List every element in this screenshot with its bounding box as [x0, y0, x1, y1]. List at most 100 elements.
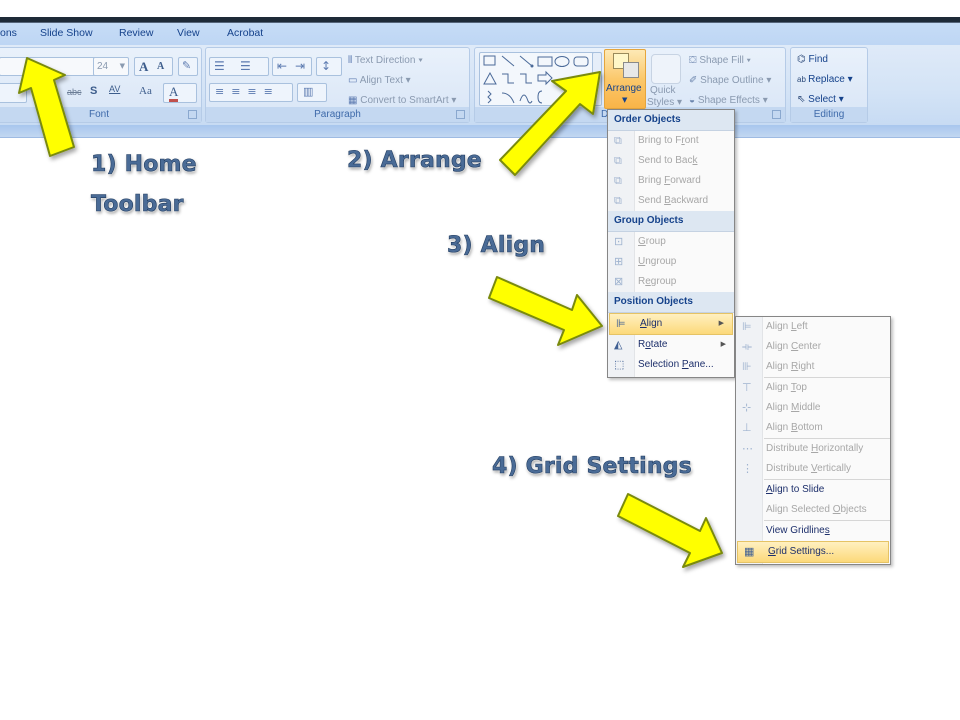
numbering-icon: ☰ [240, 59, 251, 73]
menu-item-align-center[interactable]: ⟛ Align Center [736, 337, 890, 357]
alignment-buttons[interactable]: ≡≡≡≡ [209, 83, 293, 102]
quick-styles-button[interactable]: Quick [650, 85, 676, 96]
character-spacing-button[interactable]: AV [109, 84, 120, 94]
columns-button[interactable]: ▥ [297, 83, 327, 102]
bring-to-front-icon: ⧉ [614, 135, 622, 147]
menu-item-selection-pane[interactable]: ⬚ Selection Pane... [608, 355, 734, 375]
shapes-gallery-scroll[interactable] [592, 52, 602, 106]
menu-item-align-top[interactable]: ⊤ Align Top [736, 378, 890, 398]
menu-item-label: Send Backward [638, 195, 709, 206]
list-buttons[interactable]: ☰ ☰ [209, 57, 269, 76]
font-color-button[interactable]: A [163, 83, 197, 103]
align-middle-icon: ⊹ [742, 402, 752, 414]
annotation-step4: 4) Grid Settings [492, 454, 692, 480]
shapes-gallery[interactable] [479, 52, 601, 106]
align-bottom-icon: ⊥ [742, 422, 752, 434]
menu-item-distribute-vertically[interactable]: ⋮ Distribute Vertically [736, 459, 890, 479]
menu-item-regroup[interactable]: ⊠ Regroup [608, 272, 734, 292]
editing-group: ⌬ Find ab Replace ▾ ⇖ Select ▾ Editing [790, 47, 868, 123]
menu-item-align-selected-objects[interactable]: Align Selected Objects [736, 500, 890, 520]
regroup-icon: ⊠ [614, 276, 624, 288]
shape-effects-icon: ◒ [689, 95, 698, 106]
arrange-menu: Order Objects ⧉ Bring to Front ⧉ Send to Bac… [607, 109, 735, 378]
shape-outline-button[interactable]: ✐ Shape Outline ▾ [689, 75, 771, 86]
menu-item-bring-forward[interactable]: ⧉ Bring Forward [608, 171, 734, 191]
menu-item-distribute-horizontally[interactable]: ⋯ Distribute Horizontally [736, 439, 890, 459]
drawing-dialog-launcher[interactable] [772, 110, 781, 119]
menu-item-send-to-back[interactable]: ⧉ Send to Back [608, 151, 734, 171]
align-icon: ⊫ [616, 318, 626, 330]
text-direction-button[interactable]: ⫴ Text Direction ▾ [348, 55, 423, 66]
align-submenu: ⊫ Align Left ⟛ Align Center ⊪ Align Right ⊤ Ali… [735, 316, 891, 565]
menu-item-bring-to-front[interactable]: ⧉ Bring to Front [608, 131, 734, 151]
tab-acrobat[interactable]: Acrobat [227, 27, 263, 39]
bullets-icon: ☰ [214, 59, 225, 73]
align-center-icon: ⟛ [742, 341, 752, 353]
shapes-icons [483, 55, 589, 104]
tab-animations[interactable]: ons [0, 27, 17, 39]
font-size-value: 24 [97, 61, 109, 72]
menu-item-label: Distribute Vertically [766, 463, 852, 474]
menu-item-align-bottom[interactable]: ⊥ Align Bottom [736, 418, 890, 438]
find-button[interactable]: ⌬ Find [797, 54, 828, 65]
chevron-down-icon: ▼ [622, 96, 628, 104]
menu-item-view-gridlines[interactable]: View Gridlines [736, 521, 890, 541]
align-right-icon: ⊪ [742, 361, 752, 373]
menu-item-label: Align [640, 318, 663, 329]
font-dialog-launcher[interactable] [188, 110, 197, 119]
menu-section-header: Position Objects [608, 292, 734, 313]
menu-item-label: Align Middle [766, 402, 821, 413]
paragraph-dialog-launcher[interactable] [456, 110, 465, 119]
shape-fill-button[interactable]: ⛋ Shape Fill ▾ [689, 55, 751, 66]
arrow-step3 [488, 276, 603, 346]
editing-group-label: Editing [791, 107, 867, 122]
annotation-step1-line2: Toolbar [91, 192, 184, 218]
quick-styles-button-2[interactable]: Styles ▾ [647, 97, 682, 108]
menu-item-align[interactable]: ⊫ Align ▶ [609, 313, 733, 335]
menu-item-align-to-slide[interactable]: Align to Slide [736, 480, 890, 500]
indent-buttons[interactable]: ⇤ ⇥ [272, 57, 312, 76]
replace-button[interactable]: ab Replace ▾ [797, 74, 853, 85]
arrow-step4 [617, 493, 723, 568]
convert-smartart-button[interactable]: ▦ Convert to SmartArt ▾ [348, 95, 456, 106]
tab-slide-show[interactable]: Slide Show [40, 27, 93, 39]
menu-item-label: Send to Back [638, 155, 698, 166]
line-spacing-button[interactable]: ↕ [316, 57, 342, 76]
menu-item-align-right[interactable]: ⊪ Align Right [736, 357, 890, 377]
clear-formatting-button[interactable]: ✎ [178, 57, 198, 76]
send-to-back-icon: ⧉ [614, 155, 622, 167]
menu-item-label: Align Right [766, 361, 815, 372]
menu-item-rotate[interactable]: ◭ Rotate ▶ [608, 335, 734, 355]
change-case-button[interactable]: Aa [139, 85, 152, 97]
strikethrough-button[interactable]: abc [67, 87, 82, 97]
paragraph-group: ☰ ☰ ⇤ ⇥ ↕ ≡≡≡≡ ▥ ⫴ Text Direction ▾ ▭ Al… [205, 47, 470, 123]
text-shadow-button[interactable]: S [90, 85, 97, 97]
font-size-combo[interactable]: 24 ▼ [93, 57, 129, 76]
increase-indent-icon: ⇥ [295, 59, 306, 73]
menu-item-send-backward[interactable]: ⧉ Send Backward [608, 191, 734, 211]
select-button[interactable]: ⇖ Select ▾ [797, 94, 844, 105]
menu-item-label: Distribute Horizontally [766, 443, 864, 454]
align-top-icon: ⊤ [742, 382, 752, 394]
menu-item-label: Group [638, 236, 666, 247]
menu-item-group[interactable]: ⊡ Group [608, 232, 734, 252]
quick-styles-icon [651, 54, 681, 84]
shrink-font-icon[interactable]: A [157, 61, 164, 72]
arrange-button[interactable]: Arrange ▼ [604, 49, 646, 109]
menu-item-align-middle[interactable]: ⊹ Align Middle [736, 398, 890, 418]
shape-effects-button[interactable]: ◒ Shape Effects ▾ [689, 95, 768, 106]
menu-item-label: Bring Forward [638, 175, 701, 186]
tab-view[interactable]: View [177, 27, 200, 39]
menu-item-align-left[interactable]: ⊫ Align Left [736, 317, 890, 337]
tab-review[interactable]: Review [119, 27, 153, 39]
annotation-step3: 3) Align [447, 233, 546, 259]
align-text-icon: ▭ [348, 75, 360, 86]
grow-font-icon[interactable]: A [139, 59, 148, 75]
font-color-icon: A [169, 85, 179, 102]
menu-item-grid-settings[interactable]: ▦ Grid Settings... [737, 541, 889, 563]
align-text-button[interactable]: ▭ Align Text ▾ [348, 75, 411, 86]
bring-forward-icon: ⧉ [614, 175, 622, 187]
menu-item-ungroup[interactable]: ⊞ Ungroup [608, 252, 734, 272]
decrease-indent-icon: ⇤ [277, 59, 288, 73]
bold-button[interactable] [0, 83, 27, 103]
